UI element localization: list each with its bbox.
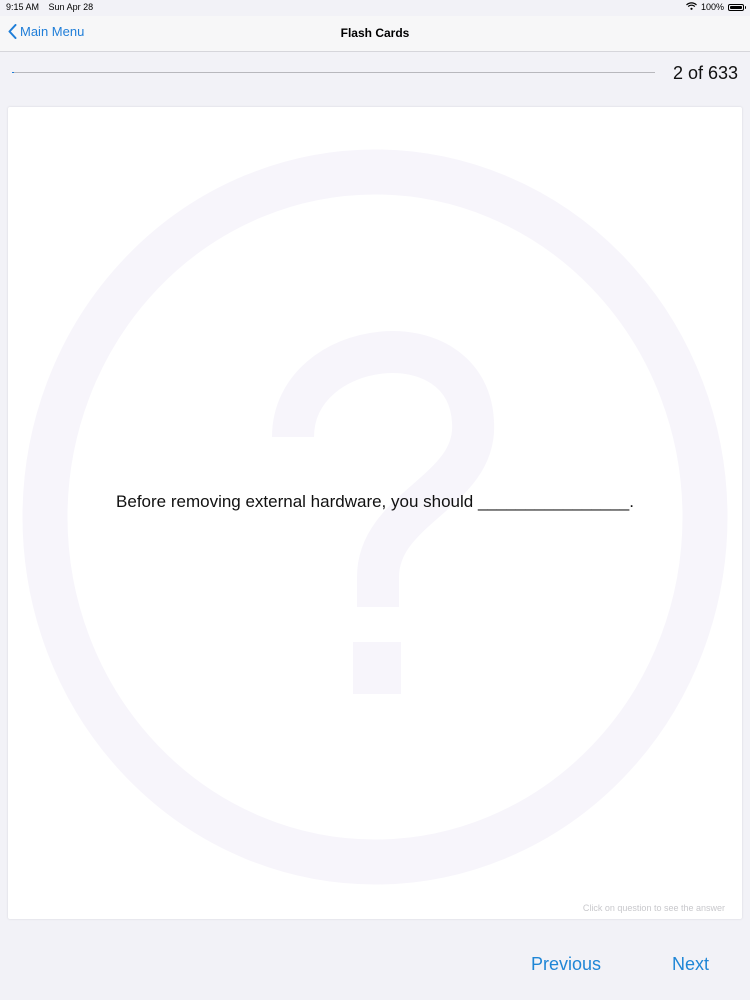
card-hint: Click on question to see the answer xyxy=(582,903,725,913)
progress-bar-fill xyxy=(12,72,15,73)
navigation-bar: Main Menu Flash Cards xyxy=(0,16,750,52)
status-right: 100% xyxy=(686,2,746,12)
status-left: 9:15 AM Sun Apr 28 xyxy=(6,2,93,12)
page-title: Flash Cards xyxy=(340,26,410,40)
next-button[interactable]: Next xyxy=(672,954,709,975)
battery-fill xyxy=(730,5,742,9)
battery-icon xyxy=(728,3,746,11)
card-question: Before removing external hardware, you s… xyxy=(116,492,634,511)
previous-button[interactable]: Previous xyxy=(531,954,601,975)
progress-row: 2 of 633 xyxy=(0,52,750,100)
flash-card[interactable]: Before removing external hardware, you s… xyxy=(8,107,742,919)
status-date: Sun Apr 28 xyxy=(48,2,94,12)
battery-percentage: 100% xyxy=(700,2,724,12)
question-mark-icon xyxy=(22,149,728,885)
wifi-icon xyxy=(686,2,697,12)
card-navigation: Previous Next xyxy=(0,940,750,988)
progress-bar xyxy=(12,72,655,73)
status-time: 9:15 AM xyxy=(6,2,40,12)
status-bar: 9:15 AM Sun Apr 28 100% xyxy=(0,0,750,16)
card-counter: 2 of 633 xyxy=(672,63,738,83)
